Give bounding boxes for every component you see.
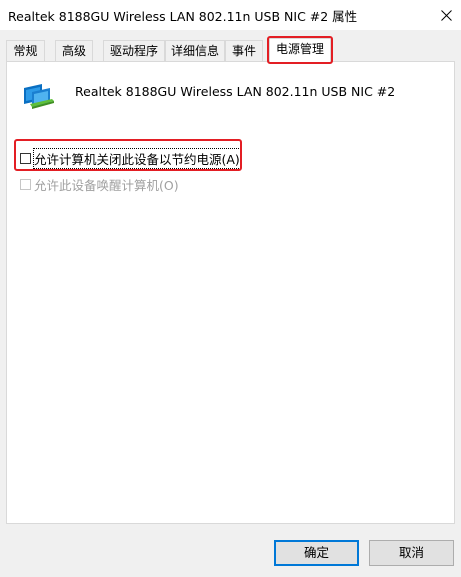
close-icon [440, 9, 452, 21]
title-bar[interactable]: Realtek 8188GU Wireless LAN 802.11n USB … [0, 0, 461, 30]
allow-wake-checkbox [20, 179, 31, 190]
ok-button[interactable]: 确定 [274, 540, 359, 566]
allow-power-off-checkbox[interactable] [20, 153, 31, 164]
tab-advanced[interactable]: 高级 [55, 40, 93, 61]
tab-power-management[interactable]: 电源管理 [269, 38, 331, 63]
tab-events[interactable]: 事件 [225, 40, 263, 61]
window-title: Realtek 8188GU Wireless LAN 802.11n USB … [8, 9, 358, 24]
tab-details[interactable]: 详细信息 [165, 40, 225, 61]
cancel-button[interactable]: 取消 [369, 540, 454, 566]
device-name: Realtek 8188GU Wireless LAN 802.11n USB … [75, 84, 396, 99]
allow-power-off-option[interactable]: 允许计算机关闭此设备以节约电源(A) [20, 148, 241, 169]
tab-general[interactable]: 常规 [6, 40, 45, 61]
close-button[interactable] [431, 0, 461, 30]
allow-wake-option: 允许此设备唤醒计算机(O) [20, 175, 179, 194]
network-adapter-icon [24, 84, 54, 109]
tab-driver[interactable]: 驱动程序 [103, 40, 165, 61]
properties-dialog: Realtek 8188GU Wireless LAN 802.11n USB … [0, 0, 461, 577]
allow-wake-label: 允许此设备唤醒计算机(O) [34, 178, 179, 193]
power-management-panel [6, 61, 455, 524]
allow-power-off-label[interactable]: 允许计算机关闭此设备以节约电源(A) [33, 148, 241, 169]
